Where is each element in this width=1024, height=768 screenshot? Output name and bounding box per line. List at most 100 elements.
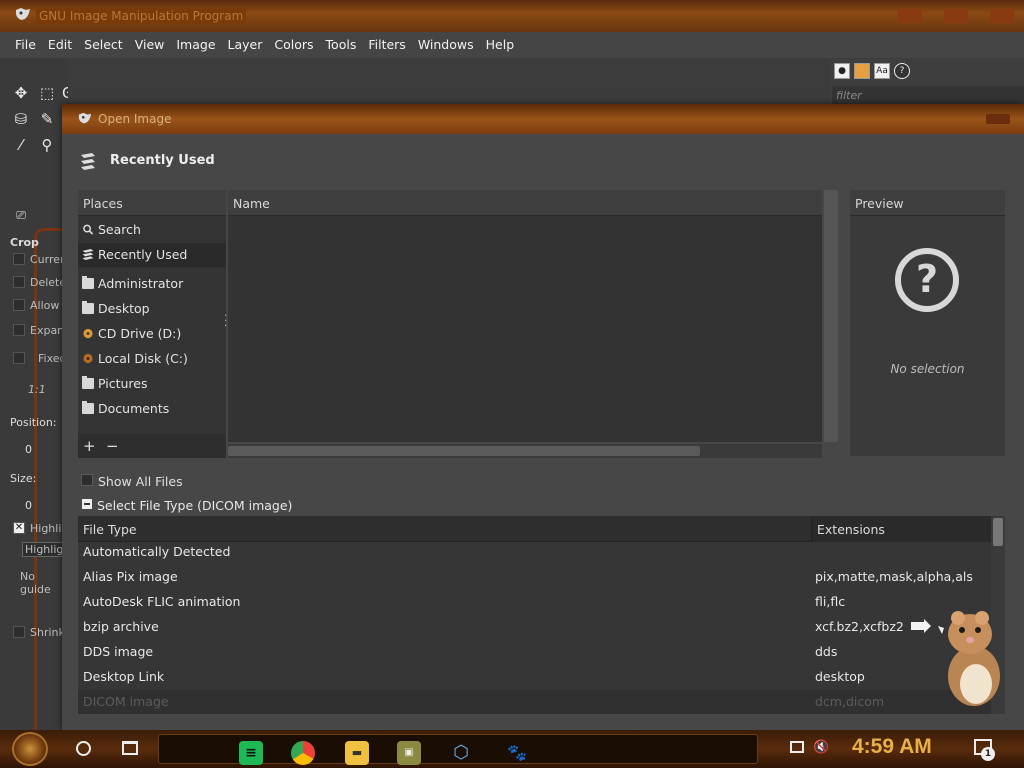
start-button[interactable]: [12, 732, 48, 766]
spotify-icon[interactable]: ≡: [239, 741, 263, 765]
table-row[interactable]: AutoDesk FLIC animation fli,flc: [78, 590, 991, 615]
tool-options-tab-icon[interactable]: ⎚: [10, 208, 32, 230]
menu-colors[interactable]: Colors: [268, 32, 319, 58]
virtualbox-icon[interactable]: ⬡: [449, 741, 473, 765]
pane-resize-handle[interactable]: · · ·: [224, 312, 227, 332]
table-row[interactable]: bzip archive xcf.bz2,xcfbz2: [78, 615, 991, 640]
menu-view[interactable]: View: [129, 32, 171, 58]
question-icon: ?: [895, 248, 959, 312]
bucket-fill-icon[interactable]: ⛁: [10, 110, 32, 132]
option-checkbox[interactable]: [13, 299, 25, 311]
option-checkbox[interactable]: [13, 276, 25, 288]
maximize-button[interactable]: [944, 9, 968, 23]
place-label: Desktop: [98, 301, 150, 316]
table-row[interactable]: Desktop Link desktop: [78, 665, 991, 690]
option-checkbox[interactable]: [13, 352, 25, 364]
paintbrush-icon[interactable]: ✎: [36, 110, 58, 132]
font-icon[interactable]: Aa: [874, 63, 890, 79]
file-list-hscroll[interactable]: [228, 444, 822, 458]
size-value[interactable]: 0: [25, 499, 32, 512]
menu-filters[interactable]: Filters: [362, 32, 411, 58]
brush-icon[interactable]: ●: [834, 63, 850, 79]
column-file-type[interactable]: File Type: [83, 522, 137, 537]
remove-bookmark-button[interactable]: −: [106, 437, 119, 455]
file-type-name: AutoDesk FLIC animation: [83, 594, 241, 609]
network-icon[interactable]: [790, 741, 804, 753]
menu-file[interactable]: File: [9, 32, 42, 58]
minimize-button[interactable]: [898, 9, 922, 23]
menu-layer[interactable]: Layer: [222, 32, 269, 58]
highlight-opacity-field[interactable]: Highlig: [22, 542, 67, 557]
pattern-icon[interactable]: [854, 63, 870, 79]
close-button[interactable]: [990, 9, 1014, 23]
table-row-selected[interactable]: DICOM image dcm,dicom: [78, 690, 991, 714]
place-documents[interactable]: Documents: [78, 397, 226, 421]
position-label: Position:: [10, 416, 57, 429]
help-icon[interactable]: ?: [894, 63, 910, 79]
position-value[interactable]: 0: [25, 443, 32, 456]
menu-help[interactable]: Help: [480, 32, 521, 58]
gimp-logo-icon: [78, 112, 92, 124]
rect-select-icon[interactable]: ⬚: [36, 84, 58, 106]
select-file-type-label[interactable]: Select File Type (DICOM image): [97, 498, 292, 513]
dialog-title: Open Image: [98, 112, 172, 126]
highlight-checkbox[interactable]: ✕: [13, 522, 25, 534]
folder-icon: [82, 401, 94, 414]
place-desktop[interactable]: Desktop: [78, 297, 226, 321]
clock[interactable]: 4:59 AM: [852, 735, 932, 759]
menu-windows[interactable]: Windows: [412, 32, 480, 58]
folder-icon: [82, 301, 94, 314]
hamster-pet-image: [938, 611, 1000, 706]
place-pictures[interactable]: Pictures: [78, 372, 226, 396]
table-row[interactable]: Automatically Detected: [78, 540, 991, 565]
table-row[interactable]: DDS image dds: [78, 640, 991, 665]
color-picker-icon[interactable]: ⁄: [10, 136, 32, 158]
place-cd-drive[interactable]: CD Drive (D:): [78, 322, 226, 346]
chrome-icon[interactable]: [291, 741, 315, 765]
toolbox: ✥ ⬚ ʘ ⛁ ✎ ⁄ ⚲ ⎚ Crop Curren Delete Allow…: [0, 58, 68, 768]
lasso-icon[interactable]: ʘ: [62, 84, 68, 106]
shrink-checkbox[interactable]: [13, 626, 25, 638]
file-list[interactable]: Name: [228, 190, 822, 442]
table-row[interactable]: Alias Pix image pix,matte,mask,alpha,als: [78, 565, 991, 590]
place-recently-used[interactable]: Recently Used: [78, 243, 226, 267]
image-viewer-icon[interactable]: ▣: [397, 741, 421, 765]
option-label: Allow: [30, 299, 60, 312]
place-search[interactable]: Search: [78, 218, 226, 242]
cortana-icon[interactable]: [76, 741, 91, 756]
menu-edit[interactable]: Edit: [42, 32, 78, 58]
guides-dropdown[interactable]: No guide: [20, 570, 68, 596]
filter-input[interactable]: filter: [832, 86, 1024, 106]
volume-muted-icon[interactable]: 🔇: [813, 740, 829, 755]
file-type-table: File Type Extensions Automatically Detec…: [78, 516, 991, 714]
task-view-icon[interactable]: [122, 741, 138, 755]
dialog-window-button[interactable]: [986, 114, 1010, 124]
vscroll-thumb[interactable]: [993, 518, 1003, 546]
hscroll-thumb[interactable]: [228, 446, 700, 456]
file-list-vscroll[interactable]: [824, 190, 838, 442]
column-name[interactable]: Name: [228, 190, 822, 216]
menu-select[interactable]: Select: [78, 32, 129, 58]
column-extensions[interactable]: Extensions: [811, 516, 991, 542]
preview-header: Preview: [850, 190, 1005, 216]
pointer-icon: [911, 619, 931, 633]
file-type-expander[interactable]: [82, 499, 92, 509]
option-checkbox[interactable]: [13, 253, 25, 265]
menu-image[interactable]: Image: [170, 32, 221, 58]
place-local-disk[interactable]: Local Disk (C:): [78, 347, 226, 371]
show-all-files-checkbox[interactable]: [81, 474, 93, 486]
ratio-field[interactable]: 1:1: [28, 383, 46, 396]
file-type-name: Automatically Detected: [83, 544, 231, 559]
option-checkbox[interactable]: [13, 324, 25, 336]
window-title: GNU Image Manipulation Program: [36, 8, 247, 24]
gimp-icon[interactable]: 🐾: [505, 741, 529, 765]
file-type-ext: desktop: [815, 669, 865, 684]
move-tool-icon[interactable]: ✥: [10, 84, 32, 106]
place-administrator[interactable]: Administrator: [78, 272, 226, 296]
file-explorer-icon[interactable]: ▬: [345, 741, 369, 765]
highlight-label: Highli: [30, 522, 62, 535]
file-type-table-header: File Type Extensions: [78, 516, 991, 542]
menu-tools[interactable]: Tools: [320, 32, 363, 58]
add-bookmark-button[interactable]: +: [83, 437, 96, 455]
zoom-icon[interactable]: ⚲: [36, 136, 58, 158]
